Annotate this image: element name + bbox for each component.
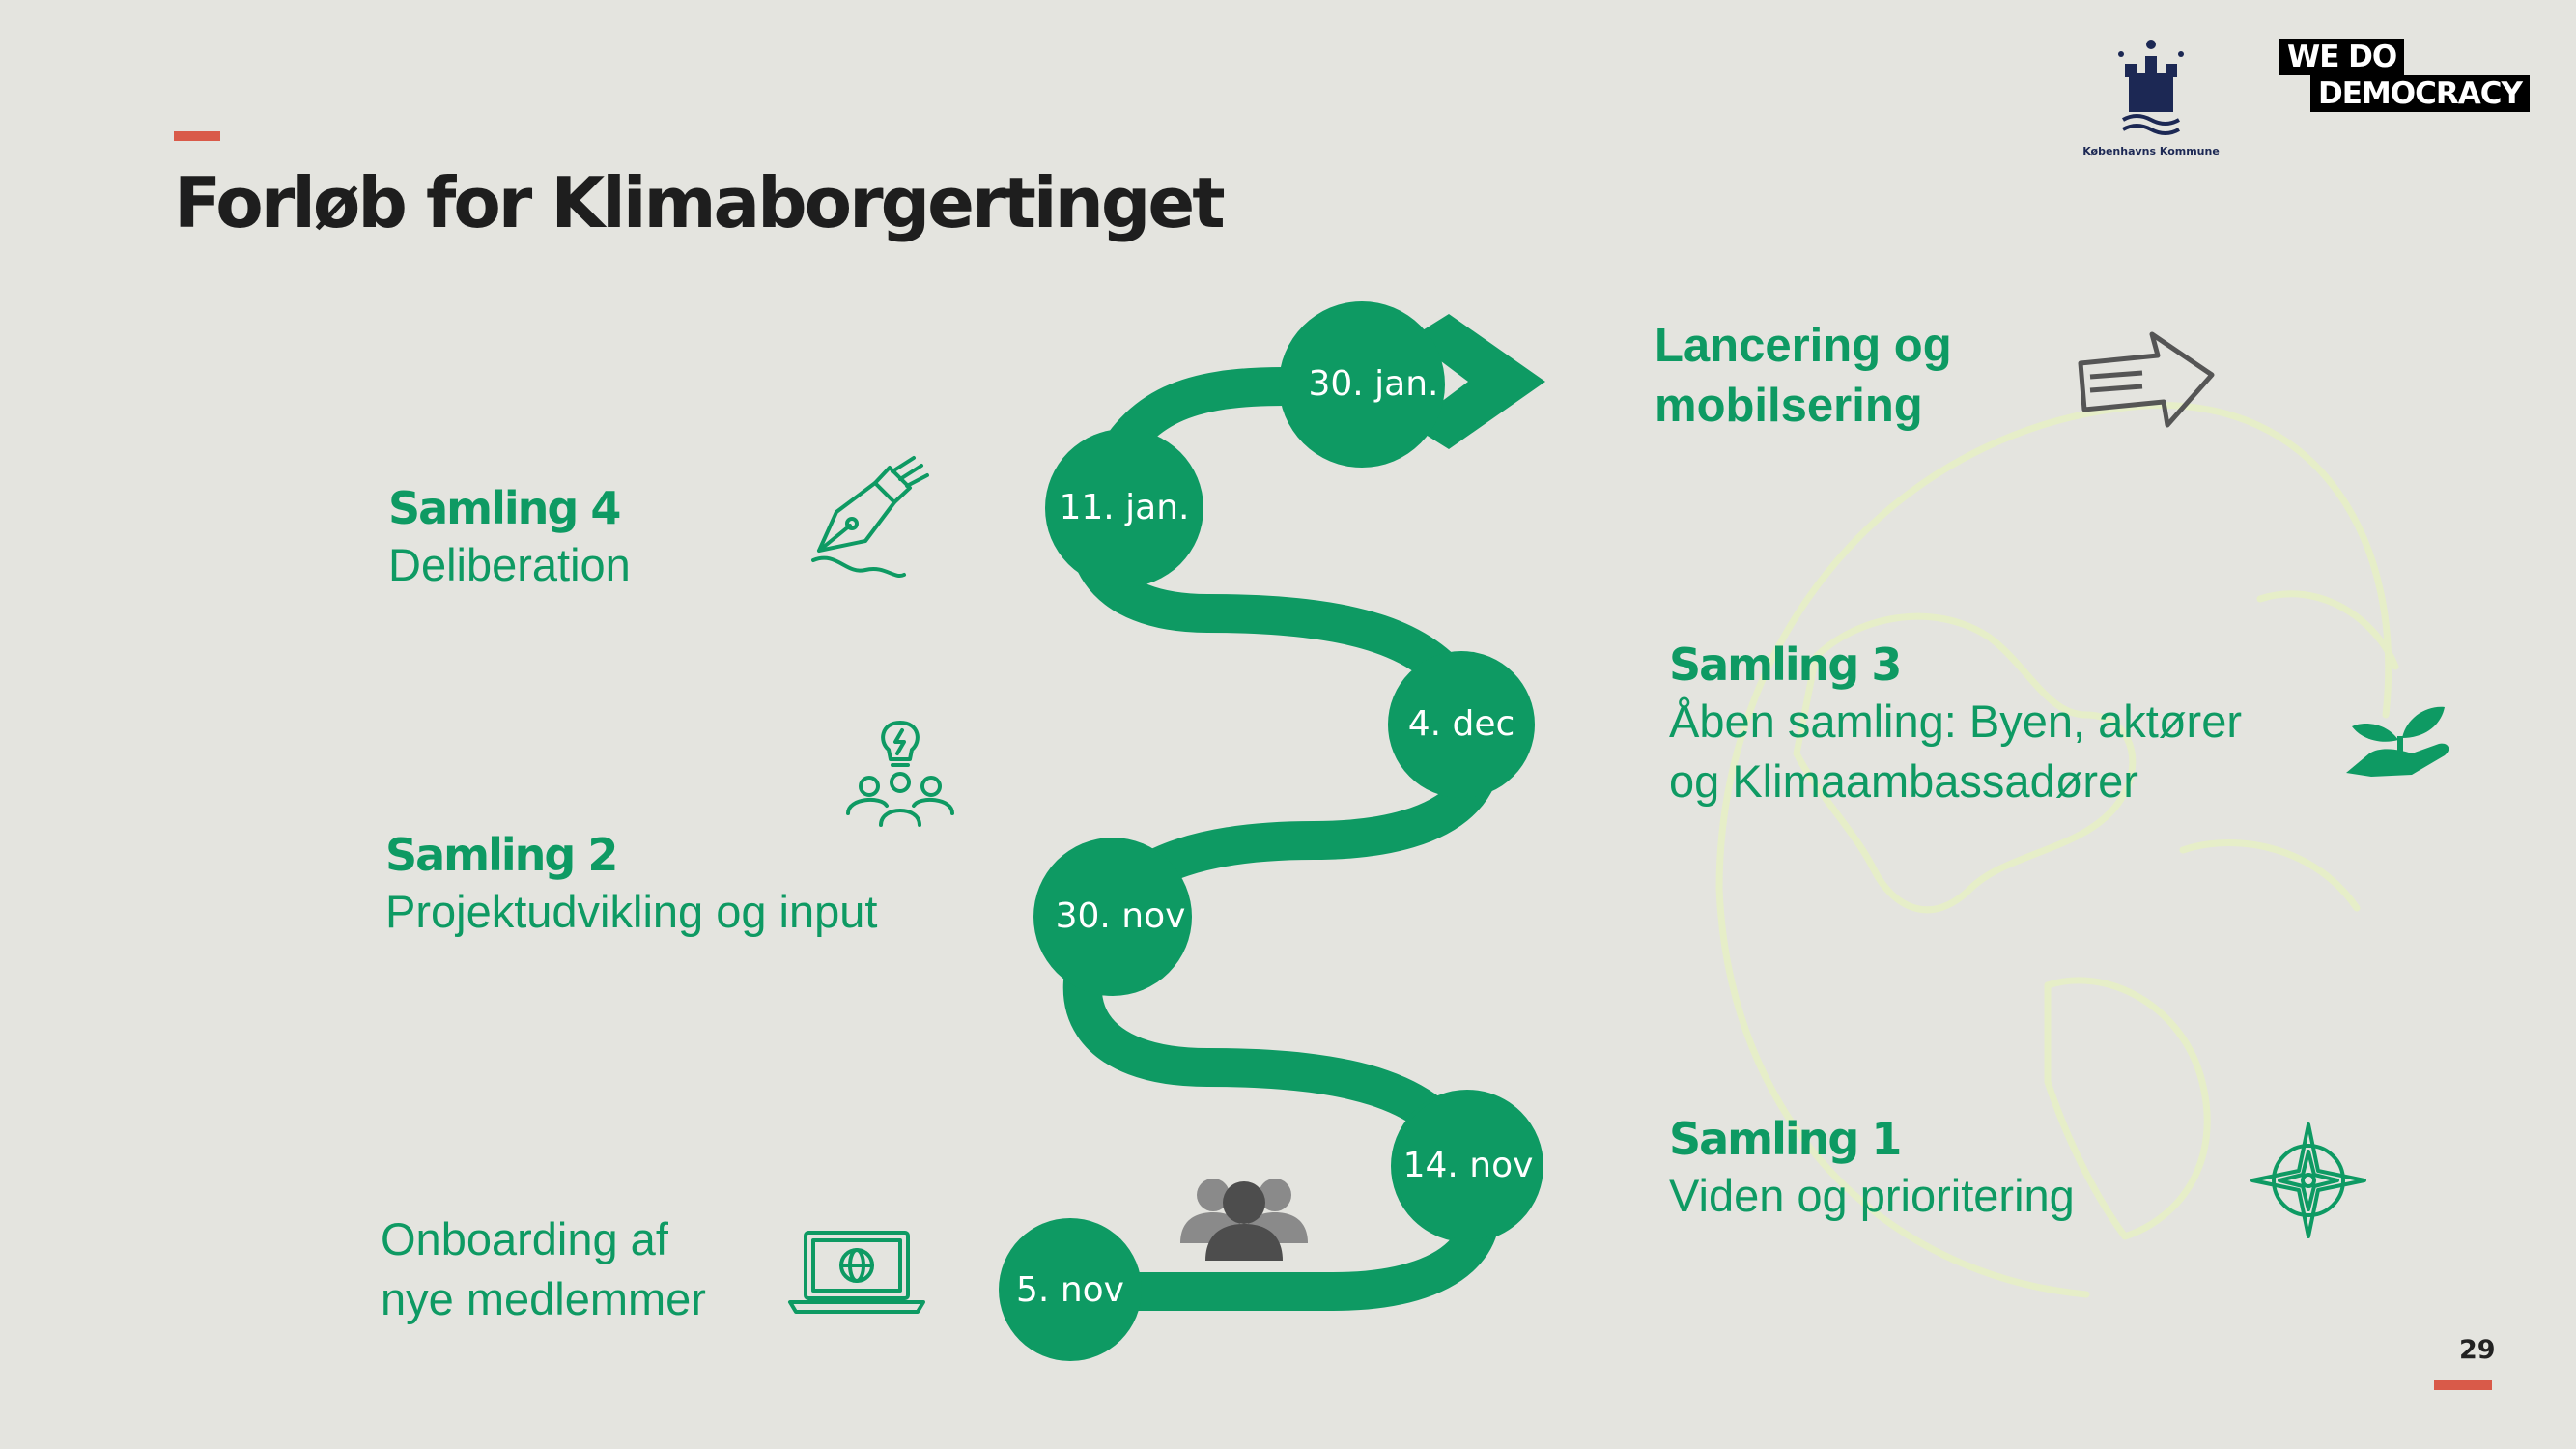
launch-text-line2: mobilsering xyxy=(1655,380,1923,432)
samling-3-heading: Samling 3 xyxy=(1669,639,1902,691)
samling-4-text: Deliberation xyxy=(388,539,631,590)
onboarding-block: Onboarding af nye medlemmer xyxy=(381,1209,706,1329)
node-label: 30. nov xyxy=(1056,896,1186,936)
samling-1-text: Viden og prioritering xyxy=(1669,1170,2075,1221)
samling-3-block: Samling 3 Åben samling: Byen, aktører og… xyxy=(1669,638,2242,811)
samling-1-heading: Samling 1 xyxy=(1669,1113,1902,1165)
arrow-right-icon xyxy=(2078,331,2215,428)
samling-4-block: Samling 4 Deliberation xyxy=(388,481,631,595)
node-label: 11. jan. xyxy=(1059,488,1189,527)
wdd-logo-line1: WE DO xyxy=(2279,39,2405,75)
compass-icon xyxy=(2250,1122,2366,1238)
samling-2-heading: Samling 2 xyxy=(385,829,618,881)
kommune-logo-text: Københavns Kommune xyxy=(2082,145,2220,157)
samling-1-block: Samling 1 Viden og prioritering xyxy=(1669,1112,2075,1226)
launch-text-line1: Lancering og xyxy=(1655,320,1952,372)
node-label: 30. jan. xyxy=(1308,364,1438,404)
node-label: 5. nov xyxy=(1016,1270,1124,1310)
samling-2-text: Projektudvikling og input xyxy=(385,886,878,937)
onboarding-text-line2: nye medlemmer xyxy=(381,1273,706,1324)
kobenhavns-kommune-logo: Københavns Kommune xyxy=(2082,32,2220,157)
onboarding-text-line1: Onboarding af xyxy=(381,1213,668,1264)
node-label: 4. dec xyxy=(1408,704,1515,744)
samling-3-text-line1: Åben samling: Byen, aktører xyxy=(1669,696,2242,747)
page-number: 29 xyxy=(2459,1335,2496,1365)
team-idea-icon xyxy=(846,721,954,827)
people-group-icon xyxy=(1180,1179,1308,1261)
plant-hand-icon xyxy=(2346,706,2449,777)
wdd-logo-line2: DEMOCRACY xyxy=(2310,75,2530,112)
samling-4-heading: Samling 4 xyxy=(388,482,621,534)
samling-2-block: Samling 2 Projektudvikling og input xyxy=(385,828,877,942)
laptop-globe-icon xyxy=(788,1231,925,1314)
samling-3-text-line2: og Klimaambassadører xyxy=(1669,755,2138,807)
pen-icon xyxy=(811,456,929,579)
launch-block: Lancering og mobilsering xyxy=(1655,316,1952,436)
node-label: 14. nov xyxy=(1403,1146,1534,1185)
